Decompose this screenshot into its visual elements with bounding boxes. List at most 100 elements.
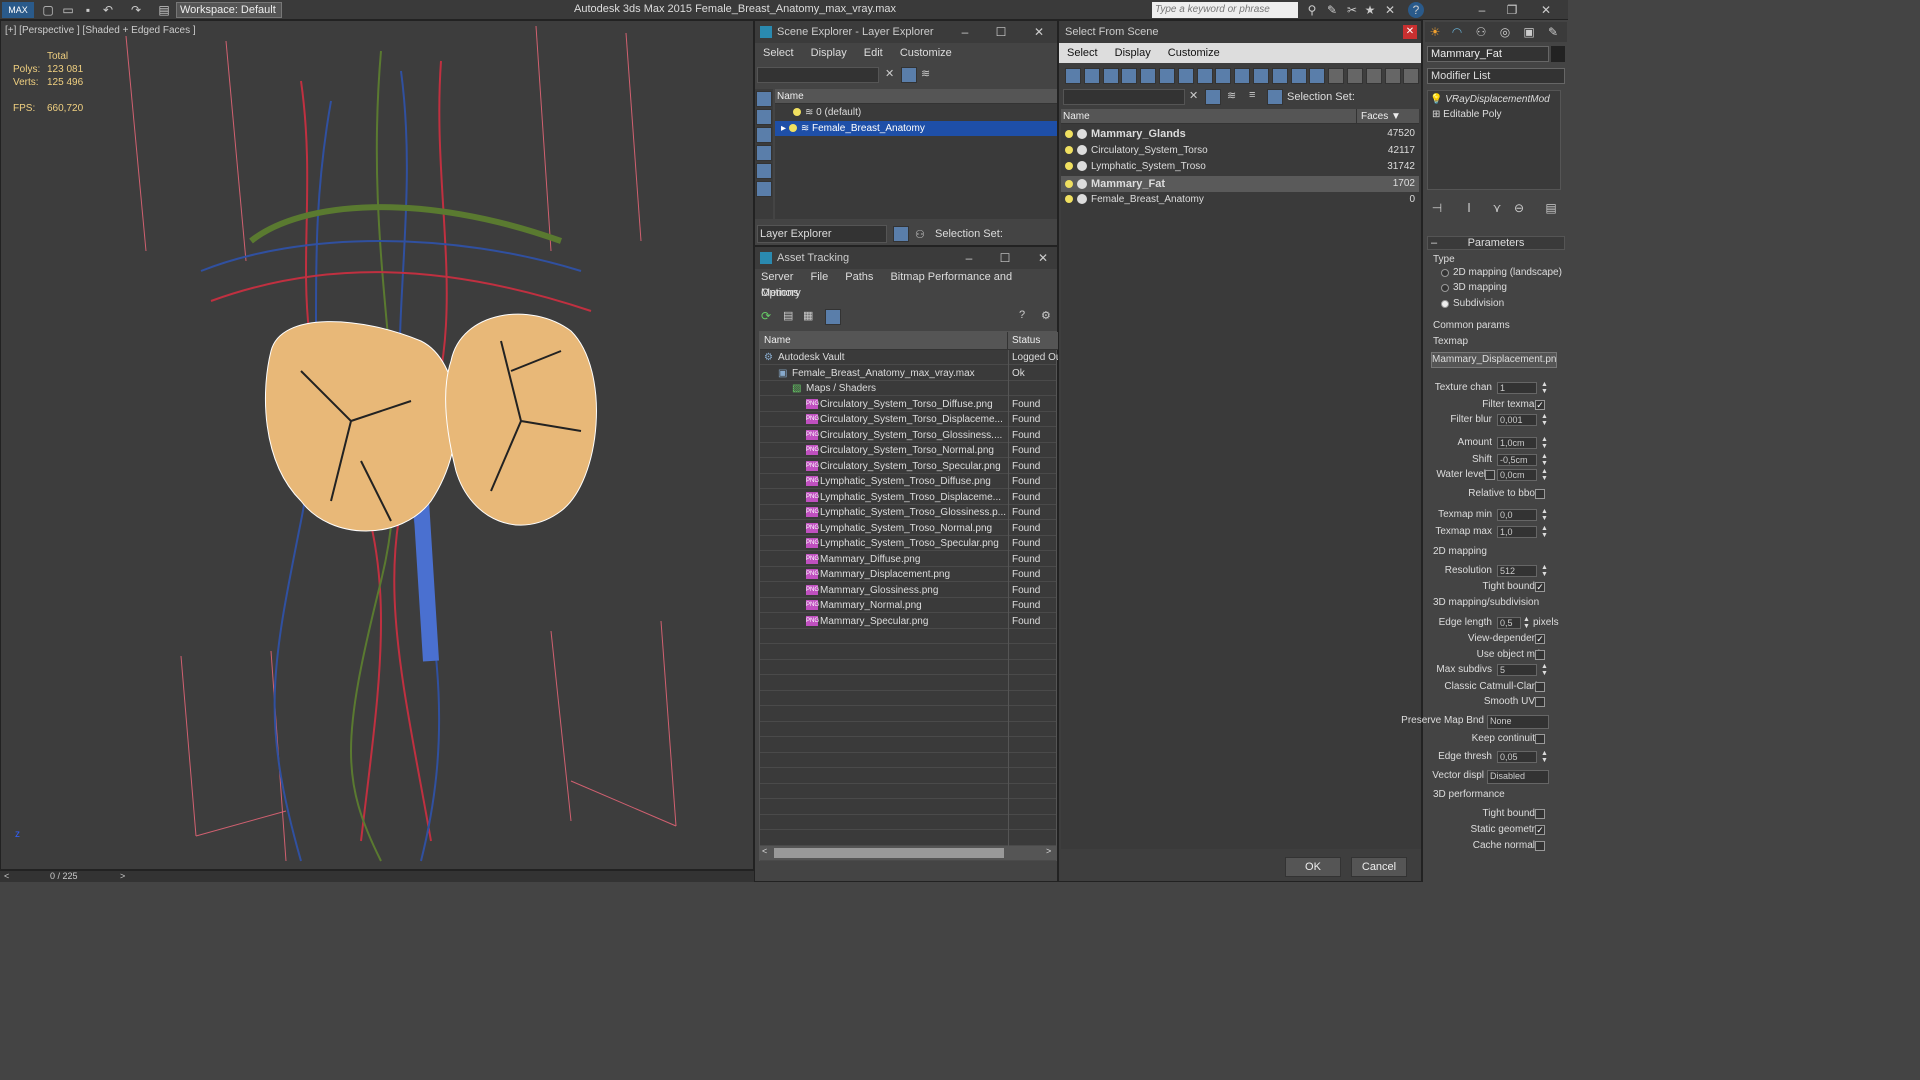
spinner-arrows-icon[interactable]: ▲ ▼ <box>1541 413 1548 427</box>
communication-icon[interactable]: ✕ <box>1382 2 1398 18</box>
asset-row-empty[interactable] <box>760 629 1056 644</box>
display-groups-icon[interactable] <box>1196 68 1213 84</box>
workspace-dropdown[interactable]: Workspace: Default <box>176 2 282 18</box>
detail-view-icon[interactable]: ▦ <box>803 309 813 322</box>
asset-row[interactable]: PNG Mammary_Normal.png Found <box>760 598 1056 613</box>
asset-row[interactable]: ▧ Maps / Shaders <box>760 381 1056 396</box>
configure-sets-icon[interactable]: ▤ <box>1543 200 1559 216</box>
object-color-swatch[interactable] <box>1551 46 1565 62</box>
relative-to-bbox-checkbox[interactable] <box>1535 489 1545 499</box>
amount-spinner[interactable]: 1,0cm <box>1497 437 1537 449</box>
clear-find-icon[interactable]: ✕ <box>1189 89 1198 102</box>
asset-row-empty[interactable] <box>760 815 1056 830</box>
asset-row-empty[interactable] <box>760 784 1056 799</box>
layer-explorer-icon[interactable] <box>893 226 909 242</box>
make-unique-icon[interactable]: ⋎ <box>1489 200 1505 216</box>
menu-edit[interactable]: Edit <box>864 47 883 59</box>
select-from-scene-titlebar[interactable]: Select From Scene ✕ <box>1059 21 1421 43</box>
filter-toggle-icon[interactable] <box>901 67 917 83</box>
select-all-icon[interactable] <box>1328 68 1345 84</box>
asset-row-empty[interactable] <box>760 691 1056 706</box>
classic-catmull-clark-checkbox[interactable] <box>1535 682 1545 692</box>
display-geometry-icon[interactable] <box>756 91 772 107</box>
asset-row-empty[interactable] <box>760 645 1056 660</box>
motion-tab-icon[interactable]: ◎ <box>1497 24 1513 40</box>
maximize-icon[interactable]: ☐ <box>995 247 1015 269</box>
lightbulb-icon[interactable] <box>1065 179 1073 188</box>
asset-row-empty[interactable] <box>760 769 1056 784</box>
spinner-arrows-icon[interactable]: ▲ ▼ <box>1541 381 1548 395</box>
spinner-arrows-icon[interactable]: ▲ ▼ <box>1541 468 1548 482</box>
time-slider[interactable]: < 0 / 225 > <box>0 870 754 882</box>
water-level-checkbox[interactable] <box>1485 470 1495 480</box>
asset-row[interactable]: PNG Mammary_Diffuse.png Found <box>760 552 1056 567</box>
show-end-result-icon[interactable]: Ⅰ <box>1461 200 1477 216</box>
lightbulb-icon[interactable] <box>1065 145 1073 154</box>
binoculars-icon[interactable]: ⚲ <box>1304 2 1320 18</box>
asset-row[interactable]: PNG Mammary_Displacement.png Found <box>760 567 1056 582</box>
layer-options-icon[interactable]: ≋ <box>921 67 930 80</box>
column-header-name[interactable]: Name <box>760 332 1008 350</box>
explorer-type-dropdown[interactable]: Layer Explorer <box>757 225 887 243</box>
close-icon[interactable]: ✕ <box>1033 247 1053 269</box>
max-subdivs-spinner[interactable]: 5 <box>1497 664 1537 676</box>
hierarchy-mode-icon[interactable] <box>1403 68 1420 84</box>
ok-button[interactable]: OK <box>1285 857 1341 877</box>
asset-tracking-titlebar[interactable]: Asset Tracking – ☐ ✕ <box>755 247 1057 269</box>
display-all-icon[interactable] <box>1309 68 1326 84</box>
asset-row[interactable]: PNG Circulatory_System_Torso_Glossiness..… <box>760 428 1056 443</box>
prev-frame-icon[interactable]: < <box>4 871 9 881</box>
open-file-icon[interactable]: ▭ <box>60 2 76 18</box>
menu-customize[interactable]: Customize <box>900 47 952 59</box>
minimize-icon[interactable]: – <box>955 21 975 43</box>
asset-row[interactable]: PNG Lymphatic_System_Troso_Specular.png Fo… <box>760 536 1056 551</box>
parameters-rollout-header[interactable]: – Parameters <box>1427 236 1565 250</box>
display-cameras-icon[interactable] <box>756 145 772 161</box>
resolution-spinner[interactable]: 512 <box>1497 565 1537 577</box>
scroll-left-icon[interactable]: < <box>762 846 767 856</box>
asset-row[interactable]: PNG Mammary_Specular.png Found <box>760 614 1056 629</box>
undo-icon[interactable]: ↶ <box>100 2 116 18</box>
minimize-icon[interactable]: – <box>1474 2 1490 18</box>
asset-row[interactable]: PNG Lymphatic_System_Troso_Glossiness.p..… <box>760 505 1056 520</box>
tight-bounds-checkbox[interactable]: ✓ <box>1535 582 1545 592</box>
modify-tab-icon[interactable]: ◠ <box>1449 24 1465 40</box>
column-header-faces[interactable]: Faces ▼ <box>1357 109 1419 124</box>
display-cameras-icon[interactable] <box>1140 68 1157 84</box>
perspective-viewport[interactable]: [+] [Perspective ] [Shaded + Edged Faces… <box>0 20 754 870</box>
filter-blur-spinner[interactable]: 0,001 <box>1497 414 1537 426</box>
shift-spinner[interactable]: -0,5cm <box>1497 454 1537 466</box>
spinner-arrows-icon[interactable]: ▲ ▼ <box>1541 436 1548 450</box>
pin-stack-icon[interactable]: ⊣ <box>1429 200 1445 216</box>
texmap-min-spinner[interactable]: 0,0 <box>1497 509 1537 521</box>
restore-icon[interactable]: ❐ <box>1504 2 1520 18</box>
display-spacewarps-icon[interactable] <box>756 181 772 197</box>
asset-row-empty[interactable] <box>760 753 1056 768</box>
search-input[interactable]: Type a keyword or phrase <box>1152 2 1298 18</box>
menu-options[interactable]: Options <box>761 287 799 299</box>
save-file-icon[interactable]: ▪ <box>80 2 96 18</box>
layer-row[interactable]: ≋ 0 (default) <box>775 105 1057 120</box>
tight-bounds-perf-checkbox[interactable] <box>1535 809 1545 819</box>
filter-icon[interactable] <box>1384 68 1401 84</box>
scroll-thumb[interactable] <box>774 848 1004 858</box>
favorites-icon[interactable]: ★ <box>1362 2 1378 18</box>
close-icon[interactable]: ✕ <box>1029 21 1049 43</box>
spinner-arrows-icon[interactable]: ▲ ▼ <box>1523 616 1530 630</box>
display-bones-icon[interactable] <box>1234 68 1251 84</box>
display-shapes-icon[interactable] <box>756 109 772 125</box>
column-header-name[interactable]: Name <box>775 89 1057 104</box>
menu-customize[interactable]: Customize <box>1168 47 1220 59</box>
spinner-arrows-icon[interactable]: ▲ ▼ <box>1541 453 1548 467</box>
utilities-tab-icon[interactable]: ✎ <box>1545 24 1561 40</box>
type-3d-radio[interactable] <box>1441 284 1449 292</box>
help-icon[interactable]: ? <box>1408 2 1424 18</box>
cache-normals-checkbox[interactable] <box>1535 841 1545 851</box>
display-helpers-icon[interactable] <box>1159 68 1175 84</box>
asset-row[interactable]: PNG Lymphatic_System_Troso_Diffuse.png Fou… <box>760 474 1056 489</box>
texmap-button[interactable]: Mammary_Displacement.png) <box>1431 352 1557 368</box>
table-view-icon[interactable] <box>825 309 841 325</box>
refresh-icon[interactable]: ⟳ <box>761 309 771 323</box>
asset-row[interactable]: ▣ Female_Breast_Anatomy_max_vray.max Ok <box>760 366 1056 381</box>
display-containers-icon[interactable] <box>1253 68 1269 84</box>
